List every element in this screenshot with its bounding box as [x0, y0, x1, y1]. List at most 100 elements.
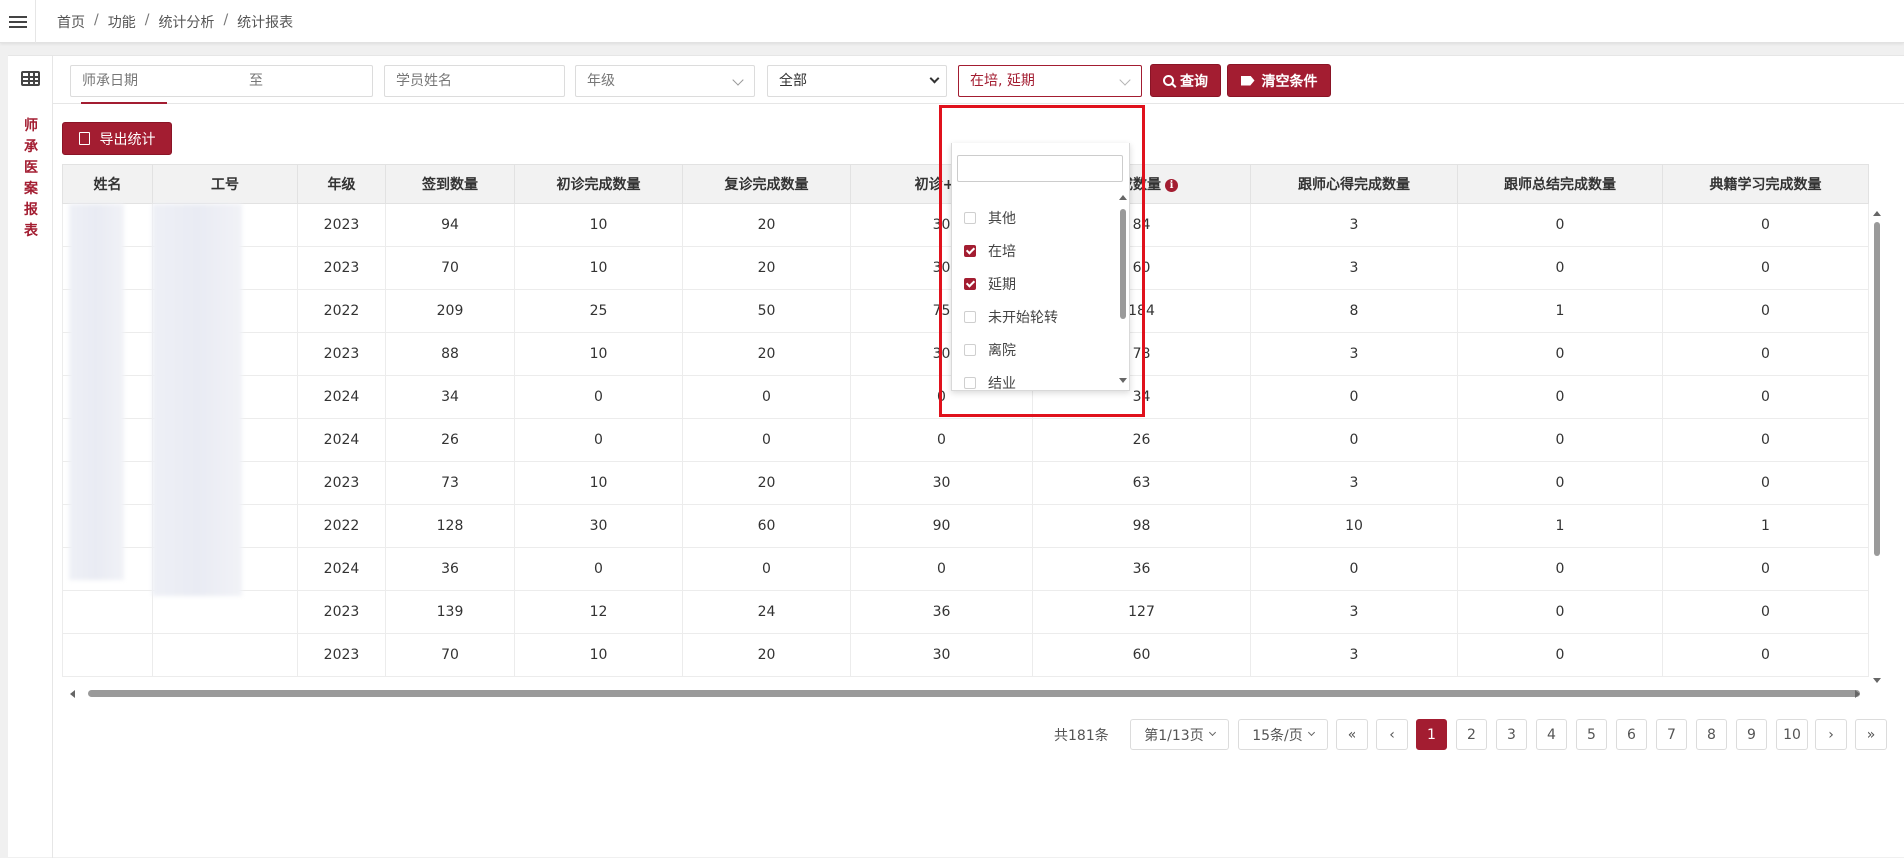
query-button[interactable]: 查询 — [1150, 64, 1221, 97]
status-option-label: 在培 — [988, 244, 1016, 260]
table-row[interactable]: 2022 128 30 60 90 98 10 1 1 — [62, 504, 1869, 548]
next-page-button[interactable]: › — [1815, 719, 1847, 750]
page-button-2[interactable]: 2 — [1456, 719, 1487, 750]
status-option[interactable]: 其他 — [964, 206, 1016, 230]
clear-conditions-button[interactable]: 清空条件 — [1227, 64, 1331, 97]
status-option[interactable]: 结业 — [964, 371, 1016, 395]
col-header-grade[interactable]: 年级 — [297, 164, 386, 204]
cell-classics: 0 — [1662, 461, 1869, 505]
checkbox-icon[interactable] — [964, 344, 976, 356]
top-bar: 首页 / 功能 / 统计分析 / 统计报表 — [0, 0, 1904, 43]
scroll-up-icon[interactable] — [1119, 195, 1127, 200]
sidebar-item-report[interactable]: 师承医案报表 — [23, 116, 39, 242]
cell-insights: 10 — [1250, 504, 1458, 548]
page-button-7[interactable]: 7 — [1656, 719, 1687, 750]
cell-follow-up: 20 — [682, 332, 851, 376]
col-header-checkin[interactable]: 签到数量 — [385, 164, 515, 204]
status-dropdown-search-input[interactable] — [957, 155, 1123, 182]
grade-select-placeholder: 年级 — [587, 73, 615, 89]
table-row[interactable]: 2023 139 12 24 36 127 3 0 0 — [62, 590, 1869, 634]
page-select[interactable]: 第1/13页 — [1130, 719, 1229, 750]
page-button-8[interactable]: 8 — [1696, 719, 1727, 750]
table-row[interactable]: 2023 70 10 20 30 60 3 0 0 — [62, 633, 1869, 677]
status-multiselect[interactable]: 在培, 延期 — [958, 65, 1142, 97]
col-header-name[interactable]: 姓名 — [62, 164, 153, 204]
type-select[interactable]: 全部 — [767, 65, 947, 97]
table-vertical-scrollbar[interactable] — [1870, 209, 1884, 683]
scroll-thumb[interactable] — [1874, 222, 1880, 556]
page-button-6[interactable]: 6 — [1616, 719, 1647, 750]
checkbox-icon[interactable] — [964, 278, 976, 290]
breadcrumb-stats[interactable]: 统计分析 — [158, 12, 214, 32]
dropdown-scrollbar[interactable] — [1118, 193, 1128, 385]
table-icon[interactable] — [21, 71, 40, 86]
cell-checkin: 34 — [385, 375, 515, 419]
scroll-up-icon[interactable] — [1873, 211, 1881, 216]
table-row[interactable]: 2024 36 0 0 0 36 0 0 0 — [62, 547, 1869, 591]
page-size-select[interactable]: 15条/页 — [1238, 719, 1328, 750]
breadcrumb: 首页 / 功能 / 统计分析 / 统计报表 — [57, 12, 293, 32]
page-button-5[interactable]: 5 — [1576, 719, 1607, 750]
checkbox-icon[interactable] — [964, 245, 976, 257]
cell-insights: 3 — [1250, 461, 1458, 505]
checkbox-icon[interactable] — [964, 311, 976, 323]
table-row[interactable]: 2023 73 10 20 30 63 3 0 0 — [62, 461, 1869, 505]
status-option[interactable]: 延期 — [964, 272, 1016, 296]
type-select-value: 全部 — [779, 73, 807, 89]
status-option[interactable]: 离院 — [964, 338, 1016, 362]
cell-first-visit: 10 — [514, 633, 683, 677]
cell-summary: 1 — [1457, 289, 1663, 333]
cell-classics: 0 — [1662, 246, 1869, 290]
breadcrumb-home[interactable]: 首页 — [57, 12, 85, 32]
status-option[interactable]: 在培 — [964, 239, 1016, 263]
col-header-follow-up[interactable]: 复诊完成数量 — [682, 164, 851, 204]
page-button-1[interactable]: 1 — [1416, 719, 1447, 750]
menu-toggle-button[interactable] — [0, 0, 36, 43]
col-header-summary[interactable]: 跟师总结完成数量 — [1457, 164, 1663, 204]
col-header-id[interactable]: 工号 — [152, 164, 298, 204]
page-button-10[interactable]: 10 — [1776, 719, 1808, 750]
checkbox-icon[interactable] — [964, 212, 976, 224]
scroll-down-icon[interactable] — [1119, 378, 1127, 383]
breadcrumb-separator: / — [223, 12, 229, 28]
prev-page-button[interactable]: ‹ — [1376, 719, 1408, 750]
cell-summary: 0 — [1457, 375, 1663, 419]
checkbox-icon[interactable] — [964, 377, 976, 389]
cell-first-plus-follow: 0 — [850, 418, 1033, 462]
breadcrumb-function[interactable]: 功能 — [108, 12, 136, 32]
export-stats-button[interactable]: 导出统计 — [62, 122, 172, 155]
status-option[interactable]: 未开始轮转 — [964, 305, 1058, 329]
col-header-insights[interactable]: 跟师心得完成数量 — [1250, 164, 1458, 204]
cell-grade: 2022 — [297, 289, 386, 333]
table-row[interactable]: 2024 26 0 0 0 26 0 0 0 — [62, 418, 1869, 462]
page-button-9[interactable]: 9 — [1736, 719, 1767, 750]
redacted-id-column — [152, 204, 242, 596]
cell-follow-up: 50 — [682, 289, 851, 333]
grade-select[interactable]: 年级 — [575, 65, 755, 97]
cell-first-visit: 25 — [514, 289, 683, 333]
info-icon[interactable]: i — [1165, 179, 1178, 192]
scroll-thumb[interactable] — [1120, 209, 1126, 319]
page-button-3[interactable]: 3 — [1496, 719, 1527, 750]
scroll-down-icon[interactable] — [1873, 678, 1881, 683]
table-horizontal-scrollbar[interactable] — [62, 686, 1868, 700]
col-header-first-visit[interactable]: 初诊完成数量 — [514, 164, 683, 204]
cell-follow-up: 0 — [682, 375, 851, 419]
cell-checkin: 73 — [385, 461, 515, 505]
cell-first-visit: 30 — [514, 504, 683, 548]
scroll-right-icon[interactable] — [1855, 690, 1860, 698]
first-page-button[interactable]: « — [1336, 719, 1368, 750]
tags-icon — [1240, 75, 1255, 86]
date-range-input[interactable]: 师承日期 至 — [70, 65, 373, 97]
cell-insights: 0 — [1250, 375, 1458, 419]
student-name-input[interactable]: 学员姓名 — [384, 65, 565, 97]
last-page-button[interactable]: » — [1855, 719, 1887, 750]
page-button-4[interactable]: 4 — [1536, 719, 1567, 750]
cell-grade: 2023 — [297, 590, 386, 634]
scroll-thumb[interactable] — [88, 690, 1860, 697]
cell-summary: 0 — [1457, 590, 1663, 634]
col-header-classics[interactable]: 典籍学习完成数量 — [1662, 164, 1869, 204]
scroll-left-icon[interactable] — [70, 690, 75, 698]
cell-checkin: 36 — [385, 547, 515, 591]
cell-checkin: 209 — [385, 289, 515, 333]
